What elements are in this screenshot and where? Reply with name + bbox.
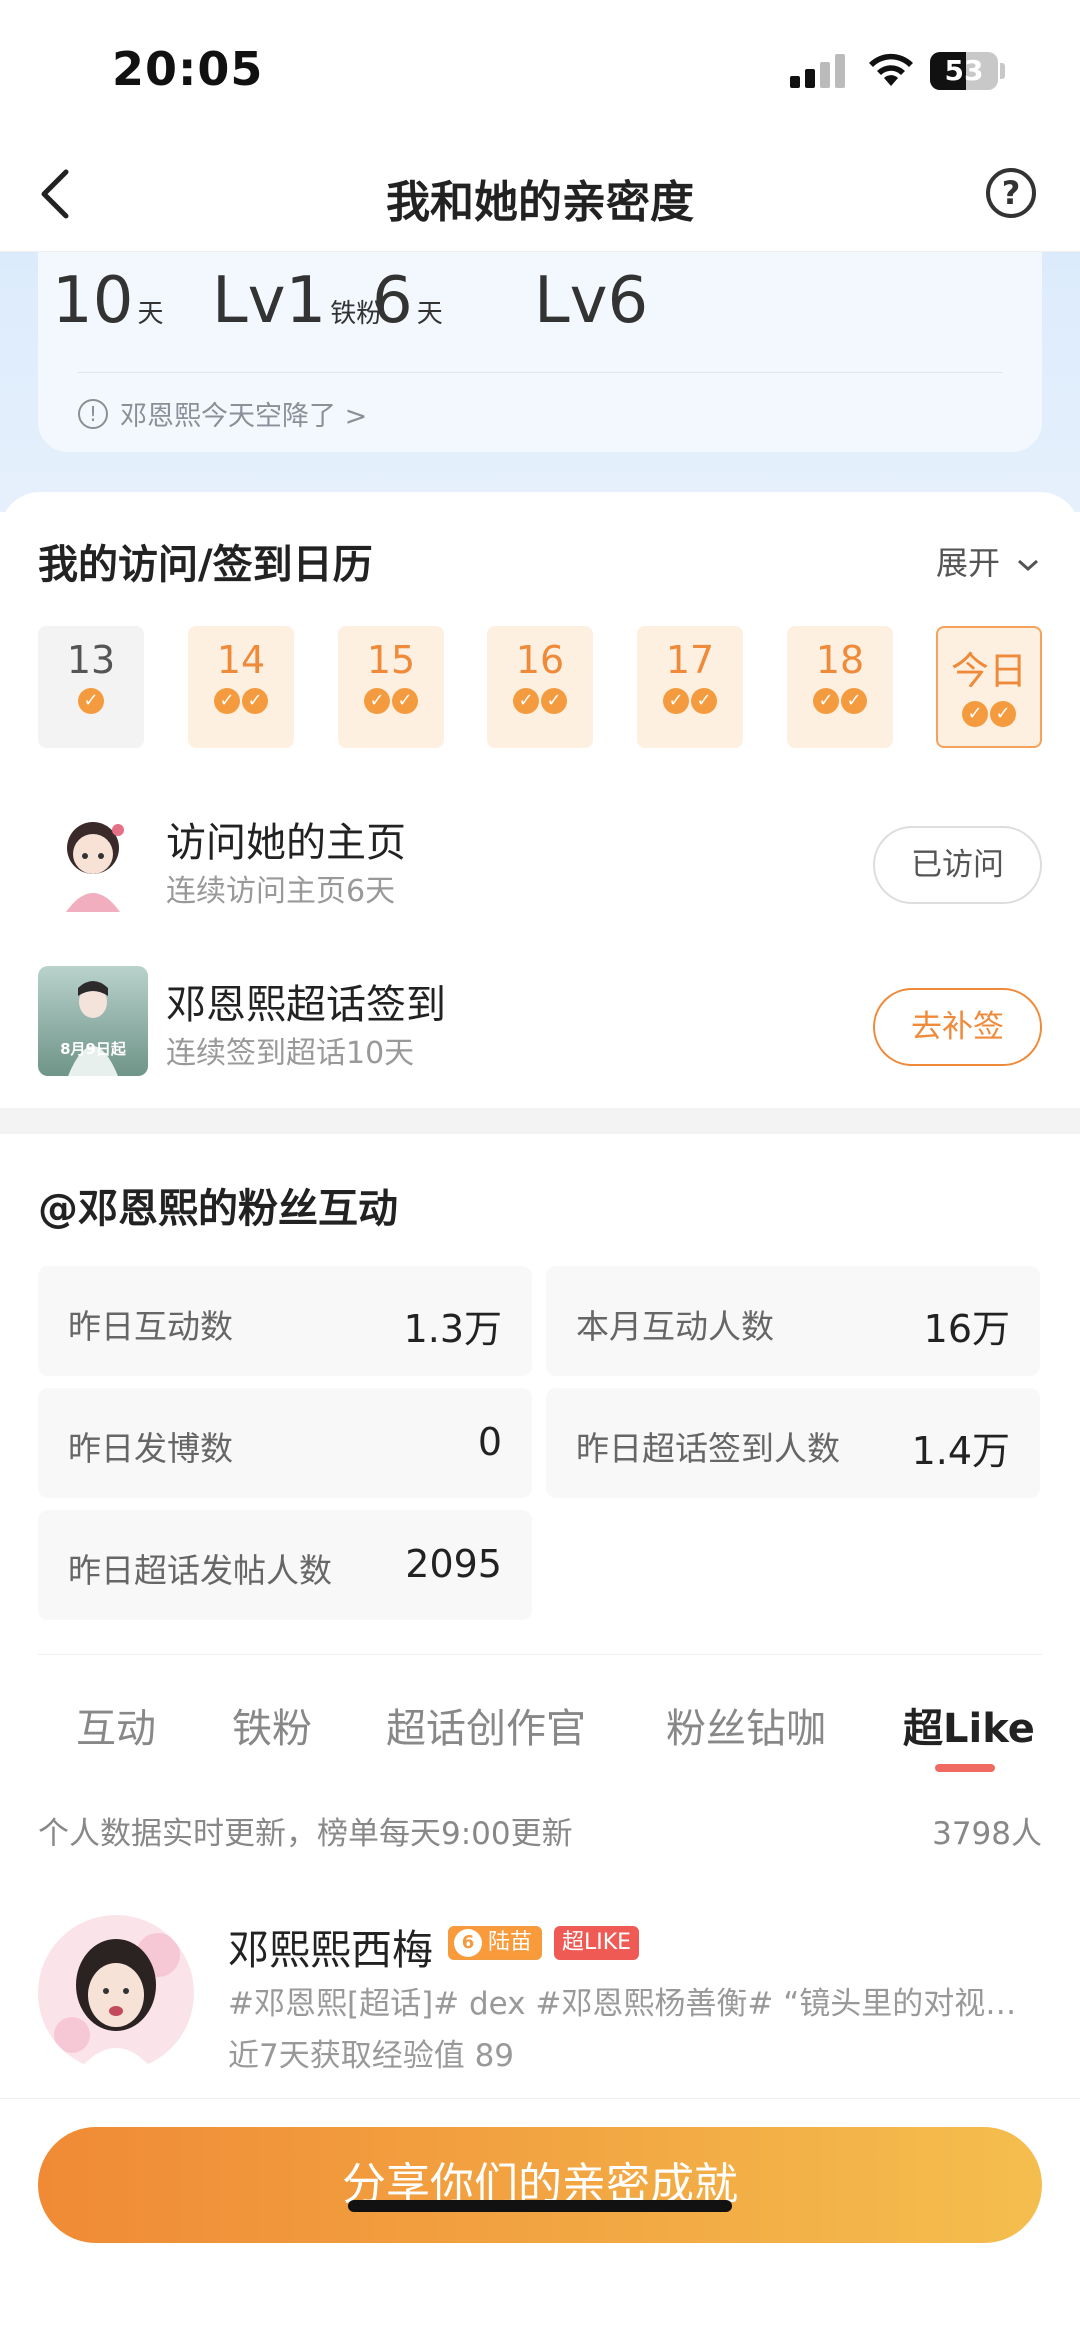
stat-cell: 本月互动人数 16万 (546, 1266, 1040, 1376)
interaction-title: @邓恩熙的粉丝互动 (38, 1186, 398, 1232)
calendar-day[interactable]: 18 ✓ ✓ (787, 626, 893, 748)
tab-interaction[interactable]: 互动 (76, 1696, 156, 1754)
ranking-note: 个人数据实时更新，榜单每天9:00更新 (38, 1816, 573, 1852)
battery-level: 53 (944, 54, 984, 87)
check-icons: ✓ (38, 688, 144, 718)
status-bar: 20:05 53 (0, 0, 1080, 140)
fan-level-badge: 6 陆苗 (448, 1926, 543, 1960)
nav-bar: 我和她的亲密度 ? (0, 140, 1080, 252)
user-post-excerpt[interactable]: #邓恩熙[超话]# dex #邓恩熙杨善衡# “镜头里的对视… (228, 1978, 1044, 2023)
intimacy-stats-card: 10 天 Lv1 铁粉 6天 Lv6 ! 邓恩熙今天空降了 > (38, 252, 1042, 452)
battery-icon: 53 (930, 52, 998, 90)
check-icon: ✓ (242, 688, 268, 714)
expand-label: 展开 (936, 544, 1001, 582)
notice-link[interactable]: ! 邓恩熙今天空降了 > (78, 394, 367, 433)
check-icon: ✓ (513, 688, 539, 714)
check-icon: ✓ (214, 688, 240, 714)
ranking-count: 3798人 (932, 1816, 1042, 1852)
calendar-day[interactable]: 16 ✓ ✓ (487, 626, 593, 748)
task-title: 访问她的主页 (166, 820, 406, 866)
check-icon: ✓ (990, 701, 1016, 727)
check-icons: ✓ ✓ (338, 688, 444, 718)
check-icons: ✓ ✓ (938, 701, 1040, 731)
active-tab-indicator (935, 1764, 995, 1772)
avatar (38, 804, 148, 914)
stat-streak: 6天 (372, 264, 443, 338)
notice-text: 邓恩熙今天空降了 > (120, 401, 368, 432)
check-icons: ✓ ✓ (787, 688, 893, 718)
divider (38, 1654, 1042, 1655)
task-visit-homepage: 访问她的主页 连续访问主页6天 已访问 (38, 804, 1042, 914)
poster-text: 8月9日起 (60, 1040, 126, 1058)
user-experience: 近7天获取经验值 89 (228, 2038, 515, 2074)
task-subtitle: 连续签到超话10天 (166, 1036, 415, 1071)
task-title: 邓恩熙超话签到 (166, 982, 446, 1028)
check-icons: ✓ ✓ (637, 688, 743, 718)
page-title: 我和她的亲密度 (386, 177, 694, 228)
tab-super-like[interactable]: 超Like (903, 1696, 1035, 1754)
check-icon: ✓ (691, 688, 717, 714)
fan-level-text: 陆苗 (488, 1930, 533, 1955)
check-icon: ✓ (78, 688, 104, 714)
stat-level: Lv6 (534, 264, 649, 338)
calendar-title: 我的访问/签到日历 (38, 542, 373, 588)
status-time: 20:05 (112, 42, 264, 96)
check-icon: ✓ (962, 701, 988, 727)
check-icons: ✓ ✓ (487, 688, 593, 718)
tab-diamond[interactable]: 粉丝钻咖 (666, 1696, 826, 1754)
check-icon: ✓ (663, 688, 689, 714)
section-divider (0, 1108, 1080, 1134)
check-icon: ✓ (541, 688, 567, 714)
stat-cell: 昨日发博数 0 (38, 1388, 532, 1498)
check-icons: ✓ ✓ (188, 688, 294, 718)
calendar-day-today[interactable]: 今日 ✓ ✓ (936, 626, 1042, 748)
stat-days: 10 天 (52, 264, 164, 338)
calendar-days: 13 ✓ 14 ✓ ✓ 15 ✓ ✓ 16 ✓ ✓ 17 ✓ ✓ 18 ✓ ✓ 今日 ✓ ✓ (38, 626, 1042, 748)
task-supertopic-checkin: 8月9日起 邓恩熙超话签到 连续签到超话10天 去补签 (38, 966, 1042, 1076)
check-icon: ✓ (841, 688, 867, 714)
fan-level-number: 6 (454, 1929, 482, 1957)
check-icon: ✓ (813, 688, 839, 714)
footer-bar: 分享你们的亲密成就 (0, 2098, 1080, 2337)
help-icon[interactable]: ? (986, 168, 1036, 218)
calendar-day[interactable]: 14 ✓ ✓ (188, 626, 294, 748)
task-subtitle: 连续访问主页6天 (166, 874, 396, 909)
share-achievement-button[interactable]: 分享你们的亲密成就 (38, 2127, 1042, 2243)
stat-fan-level: Lv1 铁粉 (212, 264, 383, 338)
stat-cell: 昨日超话签到人数 1.4万 (546, 1388, 1040, 1498)
calendar-day[interactable]: 17 ✓ ✓ (637, 626, 743, 748)
visited-button[interactable]: 已访问 (873, 826, 1042, 904)
calendar-day[interactable]: 15 ✓ ✓ (338, 626, 444, 748)
tab-creator[interactable]: 超话创作官 (386, 1696, 586, 1754)
avatar[interactable] (38, 1915, 194, 2071)
check-icon: ✓ (392, 688, 418, 714)
expand-toggle[interactable]: 展开 (936, 538, 1040, 584)
info-icon: ! (78, 398, 108, 429)
stat-cell: 昨日超话发帖人数 2095 (38, 1510, 532, 1620)
tab-iron-fans[interactable]: 铁粉 (232, 1696, 312, 1754)
stat-cell: 昨日互动数 1.3万 (38, 1266, 532, 1376)
supertopic-poster: 8月9日起 (38, 966, 148, 1076)
divider (78, 372, 1002, 373)
chevron-down-icon (1018, 559, 1039, 572)
makeup-checkin-button[interactable]: 去补签 (873, 988, 1042, 1066)
super-like-badge: 超LIKE (554, 1926, 640, 1960)
signal-icon (790, 54, 846, 88)
user-name[interactable]: 邓熙熙西梅 (228, 1916, 433, 1976)
calendar-day[interactable]: 13 ✓ (38, 626, 144, 748)
wifi-icon (869, 53, 913, 86)
check-icon: ✓ (364, 688, 390, 714)
home-indicator[interactable] (348, 2200, 732, 2212)
